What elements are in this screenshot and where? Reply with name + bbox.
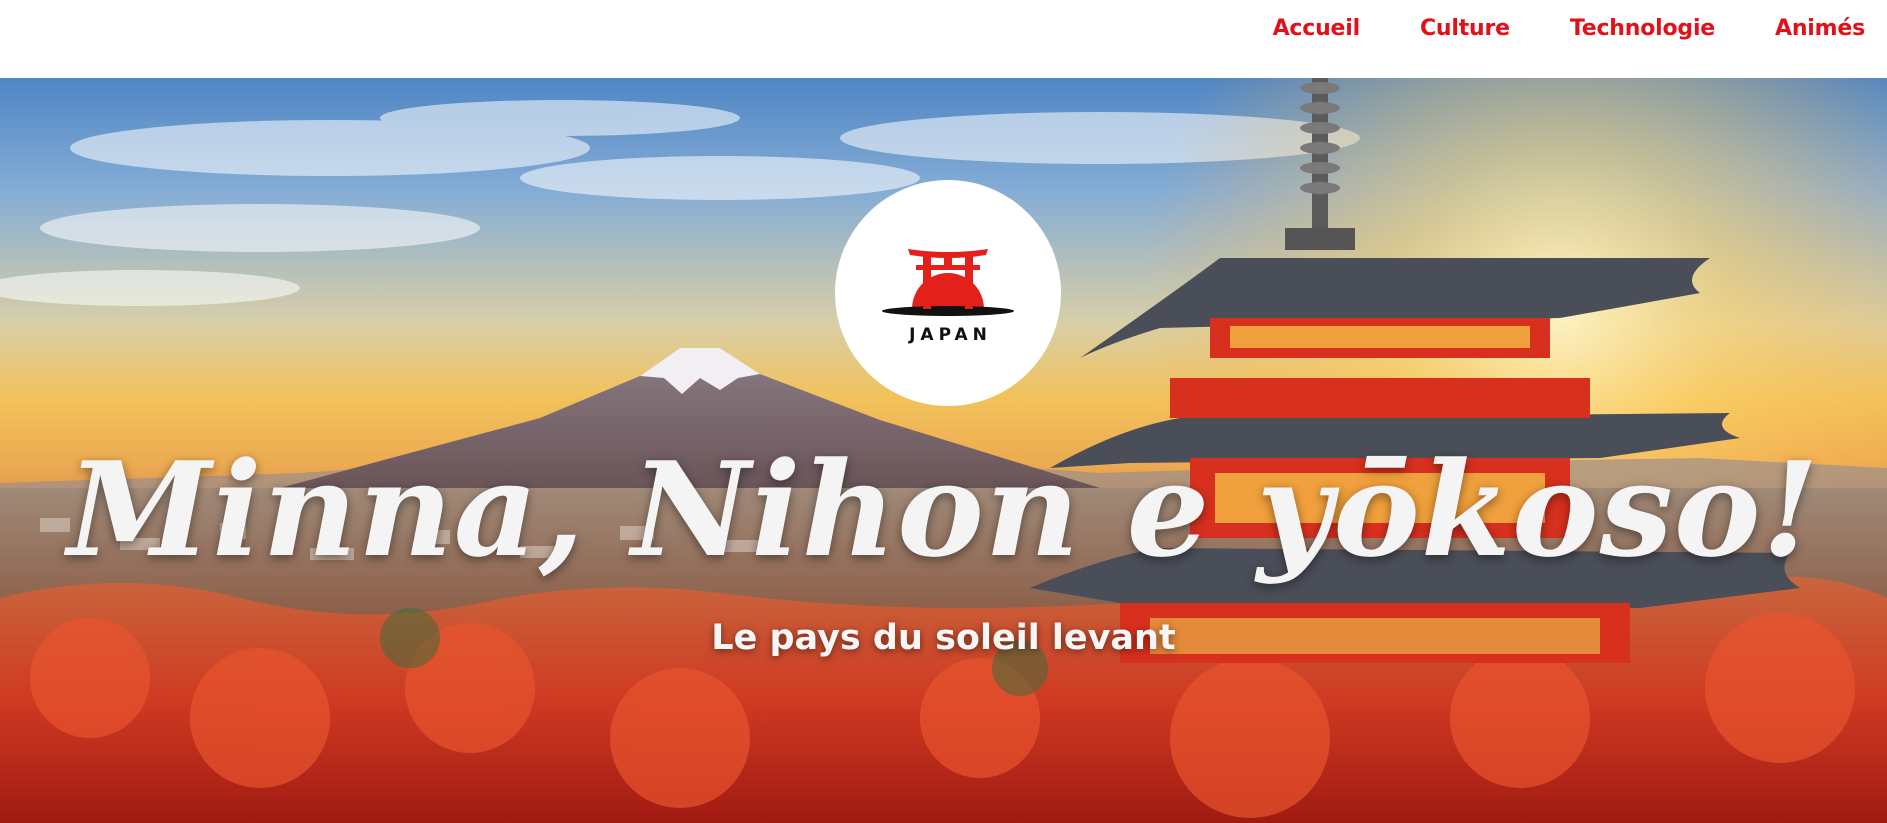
logo-text: JAPAN bbox=[909, 325, 992, 345]
hero-subtitle: Le pays du soleil levant bbox=[711, 618, 1176, 658]
nav-link-culture[interactable]: Culture bbox=[1420, 16, 1510, 41]
nav-link-animes[interactable]: Animés bbox=[1775, 16, 1865, 41]
hero-title: Minna, Nihon e yōkoso! bbox=[67, 433, 1820, 586]
site-header: Accueil Culture Technologie Animés bbox=[0, 0, 1887, 78]
japan-logo[interactable]: JAPAN bbox=[835, 180, 1061, 406]
nav-link-accueil[interactable]: Accueil bbox=[1273, 16, 1361, 41]
main-nav: Accueil Culture Technologie Animés bbox=[1273, 16, 1866, 41]
nav-link-technologie[interactable]: Technologie bbox=[1570, 16, 1715, 41]
torii-gate-sun-icon bbox=[882, 249, 1014, 316]
hero-banner: JAPAN Minna, Nihon e yōkoso! Le pays du … bbox=[0, 78, 1887, 823]
